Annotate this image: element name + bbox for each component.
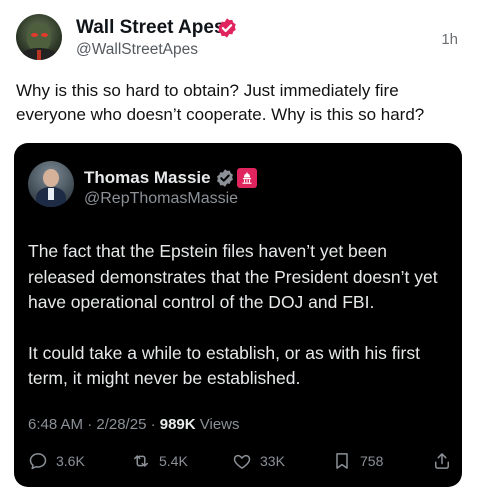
quoted-post-meta: 6:48 AM · 2/28/25 · 989K Views — [28, 416, 240, 433]
verified-badge-icon — [217, 169, 233, 187]
reply-count: 3.6K — [56, 453, 85, 469]
like-button[interactable]: 33K — [232, 448, 285, 474]
quoted-author-handle[interactable]: @RepThomasMassie — [84, 190, 238, 208]
like-icon — [233, 454, 251, 469]
quoted-author-avatar[interactable] — [28, 161, 74, 207]
government-badge-icon — [237, 168, 257, 188]
share-icon — [435, 453, 449, 469]
quoted-author-name[interactable]: Thomas Massie — [84, 168, 211, 188]
quoted-paragraph: It could take a while to establish, or a… — [28, 342, 420, 389]
quoted-timestamp[interactable]: 6:48 AM · 2/28/25 · — [28, 416, 160, 433]
views-label: Views — [195, 416, 240, 433]
bookmark-button[interactable]: 758 — [332, 448, 383, 474]
reply-icon — [29, 453, 47, 470]
share-button[interactable] — [432, 448, 452, 474]
like-count: 33K — [260, 453, 285, 469]
repost-icon — [134, 455, 148, 467]
quoted-post-text: The fact that the Epstein files haven’t … — [28, 239, 453, 392]
bookmark-count: 758 — [360, 453, 384, 469]
quoted-action-bar: 3.6K 5.4K 33K 758 — [28, 448, 452, 474]
bookmark-icon — [336, 453, 348, 469]
post: Wall Street Apes @WallStreetApes 1h Why … — [0, 0, 478, 500]
repost-button[interactable]: 5.4K — [131, 448, 188, 474]
quoted-post-card[interactable]: Thomas Massie @RepThomasMassie The fact … — [14, 143, 462, 487]
post-time[interactable]: 1h — [441, 31, 458, 48]
author-name[interactable]: Wall Street Apes — [76, 17, 225, 39]
author-handle[interactable]: @WallStreetApes — [76, 41, 198, 59]
verified-badge-icon — [218, 18, 236, 38]
author-avatar[interactable] — [16, 14, 62, 60]
repost-count: 5.4K — [159, 453, 188, 469]
reply-button[interactable]: 3.6K — [28, 448, 85, 474]
post-text: Why is this so hard to obtain? Just imme… — [16, 81, 425, 124]
quoted-paragraph: The fact that the Epstein files haven’t … — [28, 241, 438, 312]
views-count: 989K — [159, 416, 196, 433]
